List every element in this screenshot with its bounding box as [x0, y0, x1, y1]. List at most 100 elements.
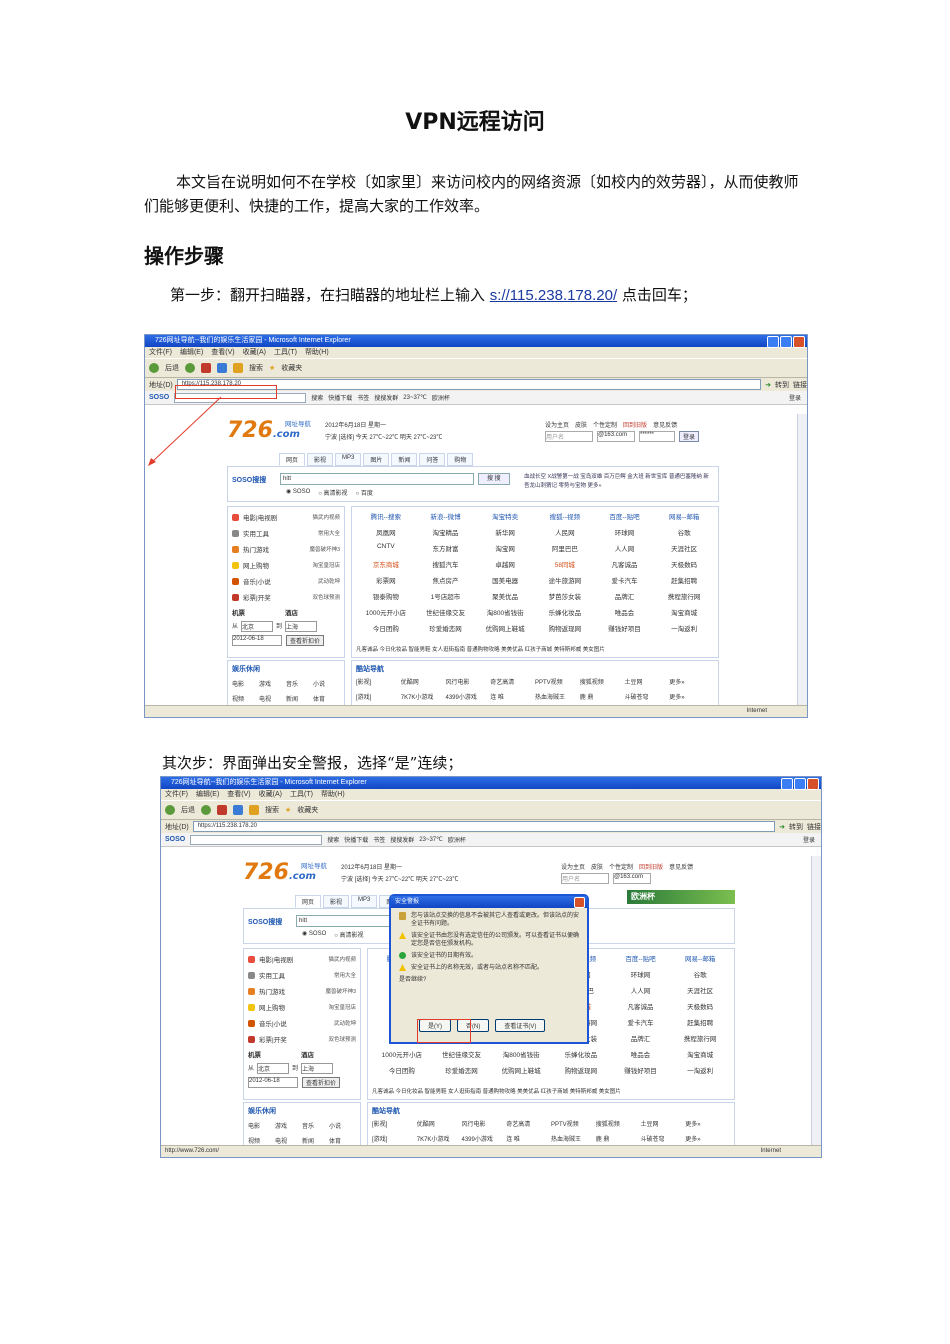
header-link[interactable]: 意见反馈: [669, 862, 693, 871]
query-button[interactable]: 查看折扣价: [302, 1077, 341, 1088]
ticket-tab[interactable]: 机票: [248, 1049, 261, 1059]
site-link[interactable]: 谷歌: [670, 969, 730, 979]
soso-login[interactable]: 登录: [803, 835, 815, 844]
search-label[interactable]: 搜索: [265, 805, 279, 815]
site-link[interactable]: 一淘返利: [670, 1065, 730, 1075]
menu-file[interactable]: 文件(F): [165, 789, 188, 800]
ent-link[interactable]: 音乐: [302, 1121, 329, 1130]
search-option[interactable]: ◉ SOSO: [302, 930, 326, 939]
date-input[interactable]: 2012-06-18: [248, 1077, 298, 1088]
cool-link[interactable]: 连 唯: [506, 1134, 551, 1143]
search-tab[interactable]: MP3: [351, 895, 378, 908]
side-item[interactable]: 音乐|小说 武动乾坤: [248, 1015, 356, 1031]
site-link[interactable]: 世纪佳缘交友: [432, 1049, 492, 1059]
favorites-star-icon[interactable]: ★: [285, 806, 291, 814]
site-link[interactable]: 品牌汇: [611, 1033, 671, 1043]
back-label[interactable]: 后退: [181, 805, 195, 815]
cool-link[interactable]: 斗破苍穹: [641, 1134, 686, 1143]
site-link[interactable]: 赚钱好项目: [611, 1065, 671, 1075]
go-label[interactable]: 转到: [789, 822, 803, 832]
site-link[interactable]: 淘800省钱街: [491, 1049, 551, 1059]
side-item[interactable]: 电影|电视剧 猫武内视频: [248, 951, 356, 967]
cool-link[interactable]: 土豆网: [641, 1119, 686, 1128]
cool-link[interactable]: 4399小游戏: [462, 1134, 507, 1143]
back-icon[interactable]: [165, 805, 175, 815]
site-link[interactable]: 1000元开小店: [372, 1049, 432, 1059]
ticket-tab[interactable]: 酒店: [301, 1049, 314, 1059]
header-link[interactable]: 皮肤: [591, 862, 603, 871]
dialog-close-button[interactable]: [574, 897, 585, 908]
menu-favorites[interactable]: 收藏(A): [259, 789, 282, 800]
side-item[interactable]: 彩票|开奖 双色球预测: [248, 1031, 356, 1047]
search-tab[interactable]: 网页: [295, 895, 322, 908]
ent-link[interactable]: 电视: [275, 1136, 302, 1145]
menu-edit[interactable]: 编辑(E): [196, 789, 219, 800]
side-item[interactable]: 网上购物 淘宝皇冠店: [248, 999, 356, 1015]
cool-category[interactable]: [游戏]: [372, 1134, 417, 1143]
to-city-input[interactable]: 上海: [301, 1063, 334, 1074]
cool-link[interactable]: 更多»: [685, 1134, 730, 1143]
close-button[interactable]: [807, 778, 819, 790]
cool-link[interactable]: 7K7K小游戏: [417, 1134, 462, 1143]
site-link[interactable]: 环球网: [611, 969, 671, 979]
ent-link[interactable]: 小说: [329, 1121, 356, 1130]
site-link[interactable]: 赶集招聘: [670, 1017, 730, 1027]
site-link[interactable]: 珍爱婚恋网: [432, 1065, 492, 1075]
soso-item-5[interactable]: 欧洲杯: [448, 835, 466, 844]
username-input[interactable]: 用户名: [561, 873, 609, 884]
cool-link[interactable]: 热血海贼王: [551, 1134, 596, 1143]
maximize-button[interactable]: [794, 778, 806, 790]
ent-link[interactable]: 视频: [248, 1136, 275, 1145]
search-option[interactable]: ○ 高清影视: [334, 930, 363, 939]
site-link[interactable]: 今日团购: [372, 1065, 432, 1075]
site-link[interactable]: 爱卡汽车: [611, 1017, 671, 1027]
cool-link[interactable]: 更多»: [685, 1119, 730, 1128]
site-link[interactable]: 天极数码: [670, 1001, 730, 1011]
cool-link[interactable]: 优酷网: [417, 1119, 462, 1128]
soso-search-button[interactable]: 搜索: [327, 835, 339, 844]
cool-link[interactable]: 鹿 鼎: [596, 1134, 641, 1143]
menu-tools[interactable]: 工具(T): [290, 789, 313, 800]
euro-cup-banner[interactable]: 欧洲杯: [627, 890, 735, 904]
cool-link[interactable]: PPTV视频: [551, 1119, 596, 1128]
menu-help[interactable]: 帮助(H): [321, 789, 345, 800]
refresh-icon[interactable]: [233, 805, 243, 815]
grid-bottom-links[interactable]: 凡客诚品 今日化妆品 智能男鞋 女人逛街指南 普通购物攻略 美美优品 红孩子商城…: [372, 1087, 730, 1095]
site-link[interactable]: 天涯社区: [670, 985, 730, 995]
soso-item-2[interactable]: 书签: [373, 835, 385, 844]
ent-link[interactable]: 体育: [329, 1136, 356, 1145]
site-link[interactable]: 凡客诚品: [611, 1001, 671, 1011]
soso-item-3[interactable]: 搜搜发群: [390, 835, 414, 844]
site-link[interactable]: 优购网上鞋城: [491, 1065, 551, 1075]
cool-link[interactable]: 风行电影: [462, 1119, 507, 1128]
site-search-input[interactable]: hitt: [296, 915, 390, 927]
ent-link[interactable]: 新闻: [302, 1136, 329, 1145]
minimize-button[interactable]: [781, 778, 793, 790]
ent-link[interactable]: 游戏: [275, 1121, 302, 1130]
site-link[interactable]: 淘宝商城: [670, 1049, 730, 1059]
header-link[interactable]: 个性定制: [609, 862, 633, 871]
side-item[interactable]: 热门游戏 魔兽破坏神3: [248, 983, 356, 999]
step1-link[interactable]: s://115.238.178.20/: [490, 287, 617, 304]
side-item[interactable]: 实用工具 常用大全: [248, 967, 356, 983]
site-link[interactable]: 购物返现网: [551, 1065, 611, 1075]
header-link[interactable]: 设为主页: [561, 862, 585, 871]
from-city-input[interactable]: 北京: [257, 1063, 290, 1074]
search-tab[interactable]: 影视: [323, 895, 350, 908]
soso-search-input[interactable]: [190, 834, 323, 845]
favorites-label[interactable]: 收藏夹: [297, 805, 318, 815]
soso-item-4[interactable]: 23~37℃: [419, 836, 443, 843]
forward-icon[interactable]: [201, 805, 211, 815]
site-link[interactable]: 人人网: [611, 985, 671, 995]
address-input[interactable]: https://115.238.178.20: [192, 821, 776, 832]
menu-view[interactable]: 查看(V): [227, 789, 250, 800]
email-domain-select[interactable]: @163.com: [613, 873, 651, 884]
cool-category[interactable]: [影视]: [372, 1119, 417, 1128]
go-arrow-icon[interactable]: ➜: [779, 823, 785, 831]
site-link[interactable]: 唯品会: [611, 1049, 671, 1059]
header-link[interactable]: 回到旧版: [639, 862, 663, 871]
links-label[interactable]: 链接: [807, 822, 821, 832]
cool-link[interactable]: 搜狐视频: [596, 1119, 641, 1128]
site-link[interactable]: 百度--贴吧: [611, 953, 671, 963]
site-link[interactable]: 携程旅行网: [670, 1033, 730, 1043]
